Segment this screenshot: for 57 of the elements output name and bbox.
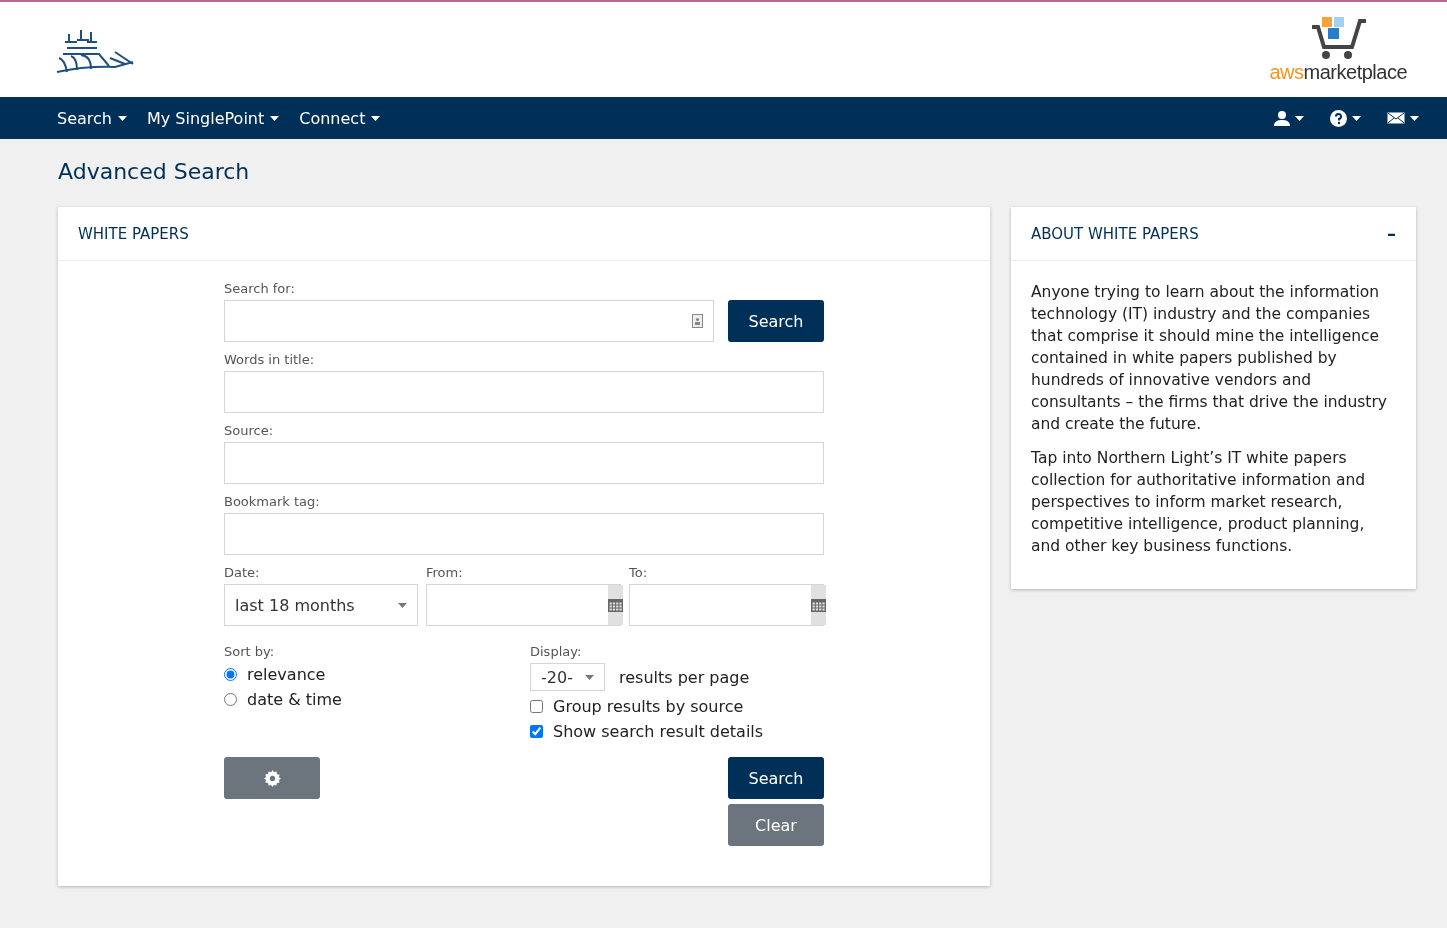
field-label: Date: <box>224 565 261 580</box>
help-icon <box>1330 109 1347 127</box>
caret-icon <box>371 115 381 121</box>
field-label: Sort by: <box>224 644 276 659</box>
caret-icon <box>398 602 407 608</box>
field-label: Words in title: <box>224 352 316 367</box>
caret-icon <box>117 115 127 121</box>
envelope-icon <box>1387 112 1405 124</box>
radio-label: date & time <box>247 690 342 709</box>
calendar-icon <box>608 598 623 612</box>
radio-button[interactable] <box>224 668 237 681</box>
checkbox-label: Show search result details <box>553 722 764 741</box>
page-title: Advanced Search <box>58 159 251 186</box>
contact-card-icon <box>692 314 703 328</box>
field-label: To: <box>629 565 649 580</box>
caret-icon <box>1352 115 1361 121</box>
marketplace-logo-text: awsmarketplace <box>1269 61 1407 84</box>
field-label: Display: <box>530 644 583 659</box>
nav-menu-item[interactable]: Connect <box>299 108 381 128</box>
settings-icon <box>263 769 281 787</box>
description-paragraph: Tap into Northern Light’s IT white papers collection for authoritative information and perspectives to inform market research, competitive intelligence, product planning, and other key business functions. <box>1031 448 1367 557</box>
text-input-field[interactable] <box>224 513 824 555</box>
text-input-field[interactable] <box>224 442 824 484</box>
radio-button[interactable] <box>224 693 237 706</box>
settings-button[interactable] <box>224 757 320 799</box>
date-range-dropdown[interactable]: last 18 months <box>224 584 418 626</box>
nav-menu-item[interactable]: My SinglePoint <box>146 108 280 128</box>
caret-icon <box>585 674 594 680</box>
checkbox[interactable] <box>530 725 543 738</box>
panel-title: ABOUT WHITE PAPERS <box>1031 224 1199 243</box>
user-icon <box>1274 110 1290 126</box>
page-size-dropdown[interactable]: -20- <box>530 663 605 691</box>
collapse-button[interactable]: – <box>1387 223 1396 244</box>
search-input-field[interactable] <box>224 300 714 342</box>
caret-icon <box>1410 115 1419 121</box>
clear-button[interactable]: Clear <box>728 804 824 846</box>
nav-menu-item[interactable]: Search <box>57 108 127 128</box>
caret-icon <box>270 115 280 121</box>
description-paragraph: Anyone trying to learn about the information technology (IT) industry and the companies that comprise it should mine the intelligence contained in white papers published by hundreds of innovative vendors and consultants – the firms that drive the industry and create the future. <box>1031 282 1388 435</box>
panel-title: WHITE PAPERS <box>78 224 189 243</box>
search-button[interactable]: Search <box>728 300 824 342</box>
caret-icon <box>1295 115 1304 121</box>
field-label: Source: <box>224 423 275 438</box>
checkbox-label: Group results by source <box>553 697 744 716</box>
user-menu-button[interactable] <box>1274 109 1304 127</box>
field-label: Search for: <box>224 281 296 296</box>
field-label: From: <box>426 565 464 580</box>
search-button[interactable]: Search <box>728 757 824 799</box>
results-per-page-text: results per page <box>619 667 750 687</box>
help-menu-button[interactable] <box>1330 109 1361 127</box>
calendar-icon <box>811 598 826 612</box>
date-input-field[interactable] <box>629 584 824 626</box>
date-input-field[interactable] <box>426 584 621 626</box>
text-input-field[interactable] <box>224 371 824 413</box>
checkbox[interactable] <box>530 700 543 713</box>
field-label: Bookmark tag: <box>224 494 321 509</box>
radio-label: relevance <box>247 665 326 684</box>
